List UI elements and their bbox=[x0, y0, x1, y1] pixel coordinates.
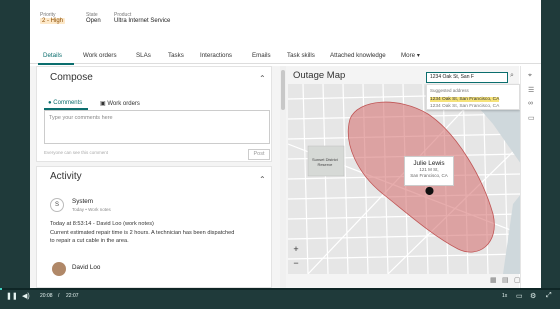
product-value: Ultra Internet Service bbox=[114, 18, 171, 24]
tab-task-skills[interactable]: Task skills bbox=[287, 52, 315, 59]
suggestion-item[interactable]: 1234 Oak St, San Francisco, CA bbox=[430, 104, 499, 109]
tab-comments-label: Comments bbox=[53, 100, 83, 106]
activity-text-line: Current estimated repair time is 2 hours… bbox=[50, 230, 235, 236]
tab-attached-knowledge[interactable]: Attached knowledge bbox=[330, 52, 386, 59]
map-side-toolbar: ⌖ ☰ ∞ ▭ bbox=[520, 66, 541, 288]
settings-icon[interactable]: ⚙ bbox=[530, 292, 536, 300]
suggestions-header: Suggested address bbox=[430, 88, 469, 93]
tab-emails[interactable]: Emails bbox=[252, 52, 271, 59]
suggestion-match: 1234 Oak St, San Francisco, CA bbox=[430, 97, 500, 102]
time-total: 22:07 bbox=[66, 293, 79, 299]
pause-icon[interactable]: ❚❚ bbox=[6, 292, 18, 300]
activity-timestamp: Today at 8:53:14 - David Loo (work notes… bbox=[50, 221, 154, 227]
customer-popup: Julie Lewis 121 M St, San Francisco, CA bbox=[404, 156, 454, 186]
compose-title: Compose bbox=[50, 72, 93, 83]
layers-icon[interactable]: ▦ bbox=[490, 276, 497, 284]
playback-speed[interactable]: 1x bbox=[502, 293, 507, 299]
time-current: 20:08 bbox=[40, 293, 53, 299]
chevron-down-icon: ▾ bbox=[416, 52, 420, 59]
zoom-in-button[interactable]: + bbox=[290, 244, 302, 256]
activity-text-line: to repair a cut cable in the area. bbox=[50, 238, 129, 244]
location-icon[interactable]: ⌖ bbox=[528, 72, 532, 80]
tab-more[interactable]: More ▾ bbox=[401, 52, 420, 59]
left-margin bbox=[0, 0, 30, 288]
tab-compose-work-orders[interactable]: ▣ Work orders bbox=[100, 100, 140, 107]
district-label: Sunset District Reserve bbox=[312, 157, 338, 167]
comment-textarea[interactable]: Type your comments here bbox=[44, 110, 270, 144]
screen: Priority 2 - High State Open Product Ult… bbox=[0, 0, 560, 309]
video-player-bar: ❚❚ ◀) 20:08 / 22:07 1x ▭ ⚙ ⤢ bbox=[0, 288, 560, 309]
captions-icon[interactable]: ▭ bbox=[516, 292, 523, 300]
tab-details[interactable]: Details bbox=[43, 52, 62, 59]
tab-comments[interactable]: ● Comments bbox=[48, 100, 82, 106]
customer-name: Julie Lewis bbox=[413, 160, 445, 167]
progress-fill bbox=[0, 288, 2, 290]
map-title: Outage Map bbox=[293, 70, 346, 81]
stack-icon[interactable]: ☰ bbox=[528, 86, 534, 94]
comment-icon: ● bbox=[48, 100, 52, 106]
tab-interactions[interactable]: Interactions bbox=[200, 52, 232, 59]
fullscreen-icon[interactable]: ⤢ bbox=[546, 292, 552, 300]
record-tabs: Details Work orders SLAs Tasks Interacti… bbox=[30, 48, 541, 64]
tab-compose-work-orders-label: Work orders bbox=[107, 101, 140, 107]
search-icon[interactable]: ⌕ bbox=[510, 72, 514, 80]
scrollbar-thumb[interactable] bbox=[281, 70, 285, 110]
activity-title: Activity bbox=[50, 171, 82, 182]
tab-slas[interactable]: SLAs bbox=[136, 52, 151, 59]
activity-author: System bbox=[72, 198, 93, 205]
avatar: S bbox=[50, 198, 64, 212]
district-label-line2: Reserve bbox=[317, 162, 333, 167]
activity-author: David Loo bbox=[72, 264, 101, 271]
record-header: Priority 2 - High State Open Product Ult… bbox=[30, 0, 541, 30]
activity-meta: Today • Work notes bbox=[72, 207, 111, 212]
state-value: Open bbox=[86, 18, 101, 24]
progress-track[interactable] bbox=[0, 288, 560, 290]
priority-value: 2 - High bbox=[40, 18, 66, 24]
suggestion-item[interactable]: 1234 Oak St, San Francisco, CA bbox=[430, 97, 500, 102]
tab-work-orders[interactable]: Work orders bbox=[83, 52, 117, 59]
time-separator: / bbox=[58, 293, 60, 299]
zoom-out-button[interactable]: − bbox=[290, 258, 302, 270]
volume-icon[interactable]: ◀) bbox=[22, 292, 30, 300]
address-suggestions: Suggested address 1234 Oak St, San Franc… bbox=[426, 84, 520, 110]
chevron-up-icon[interactable]: ⌃ bbox=[259, 74, 266, 83]
tab-tasks[interactable]: Tasks bbox=[168, 52, 184, 59]
avatar bbox=[52, 262, 66, 276]
grid-icon[interactable]: ▤ bbox=[502, 276, 509, 284]
tab-more-label: More bbox=[401, 52, 416, 59]
location-pin-icon[interactable]: ⬤ bbox=[425, 186, 434, 195]
document-icon[interactable]: ▭ bbox=[528, 114, 535, 122]
lock-icon: ▣ bbox=[100, 101, 106, 107]
active-tab-indicator bbox=[38, 63, 74, 65]
chevron-up-icon[interactable]: ⌃ bbox=[259, 175, 266, 184]
customer-address-line2: San Francisco, CA bbox=[410, 173, 448, 178]
visibility-note: Everyone can see this comment bbox=[44, 150, 109, 155]
link-icon[interactable]: ∞ bbox=[528, 100, 533, 107]
post-button[interactable]: Post bbox=[248, 149, 270, 160]
address-search-input[interactable]: 1234 Oak St, San F bbox=[426, 72, 508, 83]
right-margin bbox=[541, 0, 560, 288]
